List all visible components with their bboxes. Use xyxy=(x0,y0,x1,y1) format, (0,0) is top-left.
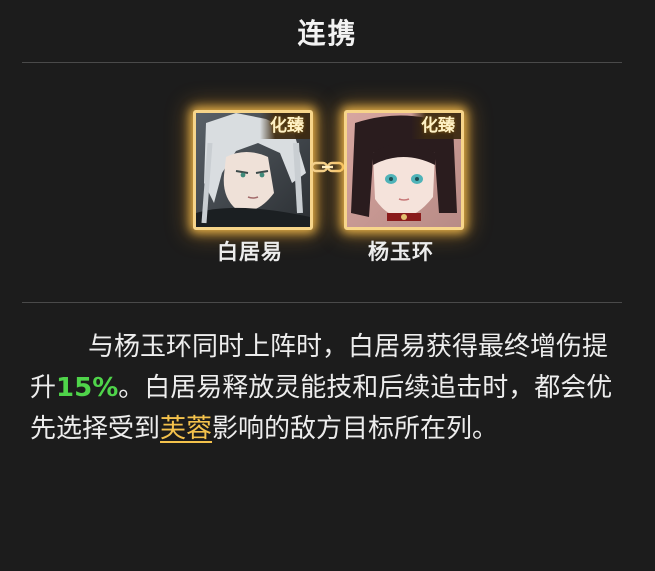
description-part-3: 影响的敌方目标所在列。 xyxy=(212,414,499,444)
keyword-link-furong[interactable]: 芙蓉 xyxy=(160,414,212,444)
panel-title: 连携 xyxy=(297,17,358,50)
top-divider xyxy=(22,62,622,63)
partner-name-bai-juyi: 白居易 xyxy=(217,240,283,264)
partner-name-yang-yuhuan: 杨玉环 xyxy=(368,240,434,264)
partner-card-yang-yuhuan[interactable]: 化臻 xyxy=(344,110,464,230)
partner-card-bai-juyi[interactable]: 化臻 xyxy=(193,110,313,230)
awaken-badge: 化臻 xyxy=(260,113,310,139)
synergy-panel: 连携 化臻 化臻 白居易 杨玉环 与杨玉环同时上阵时，白居易获得最终增伤提升15… xyxy=(0,0,655,571)
chain-link-icon xyxy=(311,161,344,173)
synergy-description: 与杨玉环同时上阵时，白居易获得最终增伤提升15%。白居易释放灵能技和后续追击时，… xyxy=(30,327,620,450)
bonus-value: 15% xyxy=(56,373,119,403)
middle-divider xyxy=(22,302,622,303)
awaken-badge: 化臻 xyxy=(411,113,461,139)
